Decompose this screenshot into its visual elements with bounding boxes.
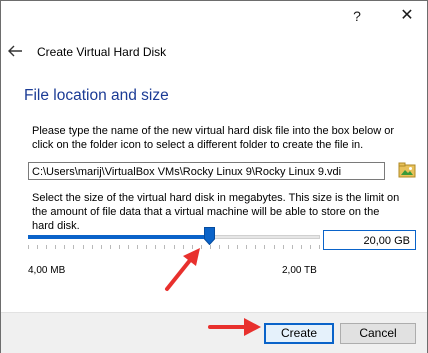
- slider-tick: [301, 245, 302, 249]
- slider-tick: [246, 245, 247, 249]
- size-min-label: 4,00 MB: [28, 265, 66, 276]
- slider-fill: [28, 235, 209, 239]
- slider-tick: [174, 245, 175, 249]
- folder-open-icon[interactable]: [398, 161, 416, 179]
- section-title: File location and size: [24, 87, 169, 104]
- slider-ticks: [28, 245, 320, 251]
- slider-tick: [64, 245, 65, 249]
- slider-tick: [183, 245, 184, 249]
- slider-tick: [228, 245, 229, 249]
- slider-tick: [73, 245, 74, 249]
- slider-tick: [237, 245, 238, 249]
- slider-tick: [164, 245, 165, 249]
- slider-tick: [101, 245, 102, 249]
- slider-tick: [128, 245, 129, 249]
- wizard-title: Create Virtual Hard Disk: [37, 45, 167, 59]
- slider-tick: [264, 245, 265, 249]
- slider-tick: [110, 245, 111, 249]
- slider-thumb[interactable]: [204, 227, 215, 245]
- slider-tick: [92, 245, 93, 249]
- slider-tick: [255, 245, 256, 249]
- slider-tick: [201, 245, 202, 249]
- slider-tick: [192, 245, 193, 249]
- slider-tick: [28, 245, 29, 249]
- slider-tick: [310, 245, 311, 249]
- create-button[interactable]: Create: [264, 323, 334, 344]
- create-virtual-hard-disk-dialog: ? ✕ Create Virtual Hard Disk File locati…: [0, 0, 428, 353]
- slider-tick: [274, 245, 275, 249]
- size-input[interactable]: 20,00 GB: [323, 230, 416, 250]
- slider-tick: [83, 245, 84, 249]
- slider-tick: [146, 245, 147, 249]
- arrow-left-icon[interactable]: [7, 44, 23, 58]
- slider-tick: [292, 245, 293, 249]
- slider-tick: [137, 245, 138, 249]
- slider-tick: [55, 245, 56, 249]
- slider-tick: [210, 245, 211, 249]
- slider-tick: [119, 245, 120, 249]
- file-path-input[interactable]: C:\Users\marij\VirtualBox VMs\Rocky Linu…: [28, 162, 385, 180]
- close-button[interactable]: ✕: [392, 4, 422, 28]
- title-bar: ? ✕: [1, 1, 427, 31]
- slider-tick: [219, 245, 220, 249]
- size-max-label: 2,00 TB: [282, 265, 317, 276]
- size-slider[interactable]: [28, 227, 320, 253]
- location-instructions: Please type the name of the new virtual …: [32, 125, 394, 151]
- slider-tick: [155, 245, 156, 249]
- slider-tick: [319, 245, 320, 249]
- slider-tick: [37, 245, 38, 249]
- slider-tick: [283, 245, 284, 249]
- help-button[interactable]: ?: [342, 4, 372, 28]
- slider-tick: [46, 245, 47, 249]
- cancel-button[interactable]: Cancel: [340, 323, 416, 344]
